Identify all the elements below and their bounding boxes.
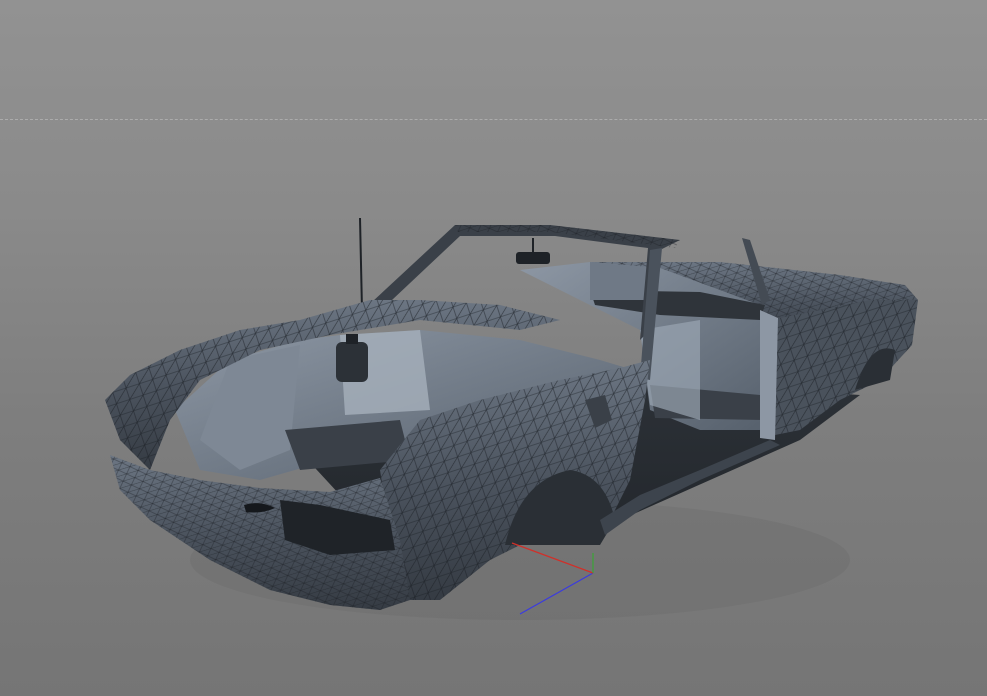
car-model-render[interactable] (0, 0, 987, 696)
3d-viewport[interactable] (0, 0, 987, 696)
rear-quarter-panel (770, 300, 918, 435)
